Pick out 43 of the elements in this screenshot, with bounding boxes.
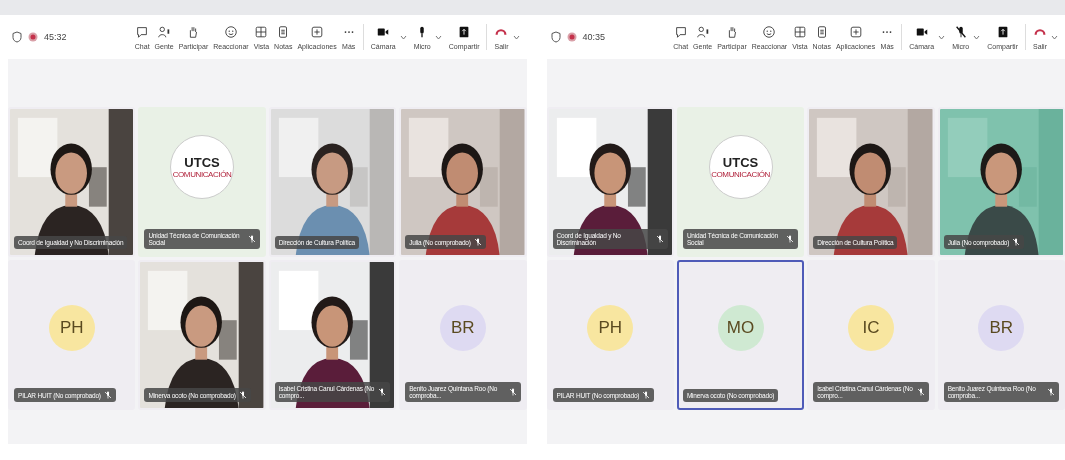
shield-icon [550,31,561,43]
chevron-icon[interactable] [1051,34,1058,40]
mic-off-icon [655,235,664,243]
mic-off-icon [247,235,256,243]
chevron-icon[interactable] [434,34,442,40]
recording-icon [28,32,38,42]
mic-off-icon [642,391,651,399]
chevron-icon[interactable] [399,34,407,40]
logo: UTCS COMUNICACIÓN [170,135,235,199]
avatar: PH [48,305,95,351]
shield-icon [12,31,22,43]
chevron-icon[interactable] [512,34,520,40]
mic-off-icon [916,388,925,396]
mic-off-icon [508,388,517,396]
mic-off-icon [786,235,795,243]
mic-off-icon [238,391,247,399]
smiley-icon [762,25,777,39]
meeting-timer: 45:32 [44,32,67,42]
avatar: IC [847,305,894,351]
avatar: BR [978,305,1025,351]
plus-icon [310,25,325,39]
meeting-timer: 40:35 [582,32,606,42]
chat-icon [673,25,688,39]
chat-icon [135,25,150,39]
recording-icon [566,32,577,42]
smiley-icon [223,25,238,39]
avatar: BR [439,305,486,351]
mic-off-icon [1012,238,1021,246]
mic-off-icon [473,238,482,246]
mic-off-icon [378,388,387,396]
chevron-icon[interactable] [938,34,946,40]
people-icon [157,25,172,39]
grid-icon [254,25,269,39]
mic-off-icon [103,391,112,399]
chevron-icon[interactable] [973,34,981,40]
avatar: PH [587,305,634,351]
grid-icon [792,25,807,39]
mic-off-icon [953,25,968,39]
logo: UTCS COMUNICACIÓN [708,135,773,199]
avatar: MO [717,305,764,351]
plus-icon [848,25,863,39]
mic-off-icon [1047,388,1055,396]
people-icon [695,25,710,39]
